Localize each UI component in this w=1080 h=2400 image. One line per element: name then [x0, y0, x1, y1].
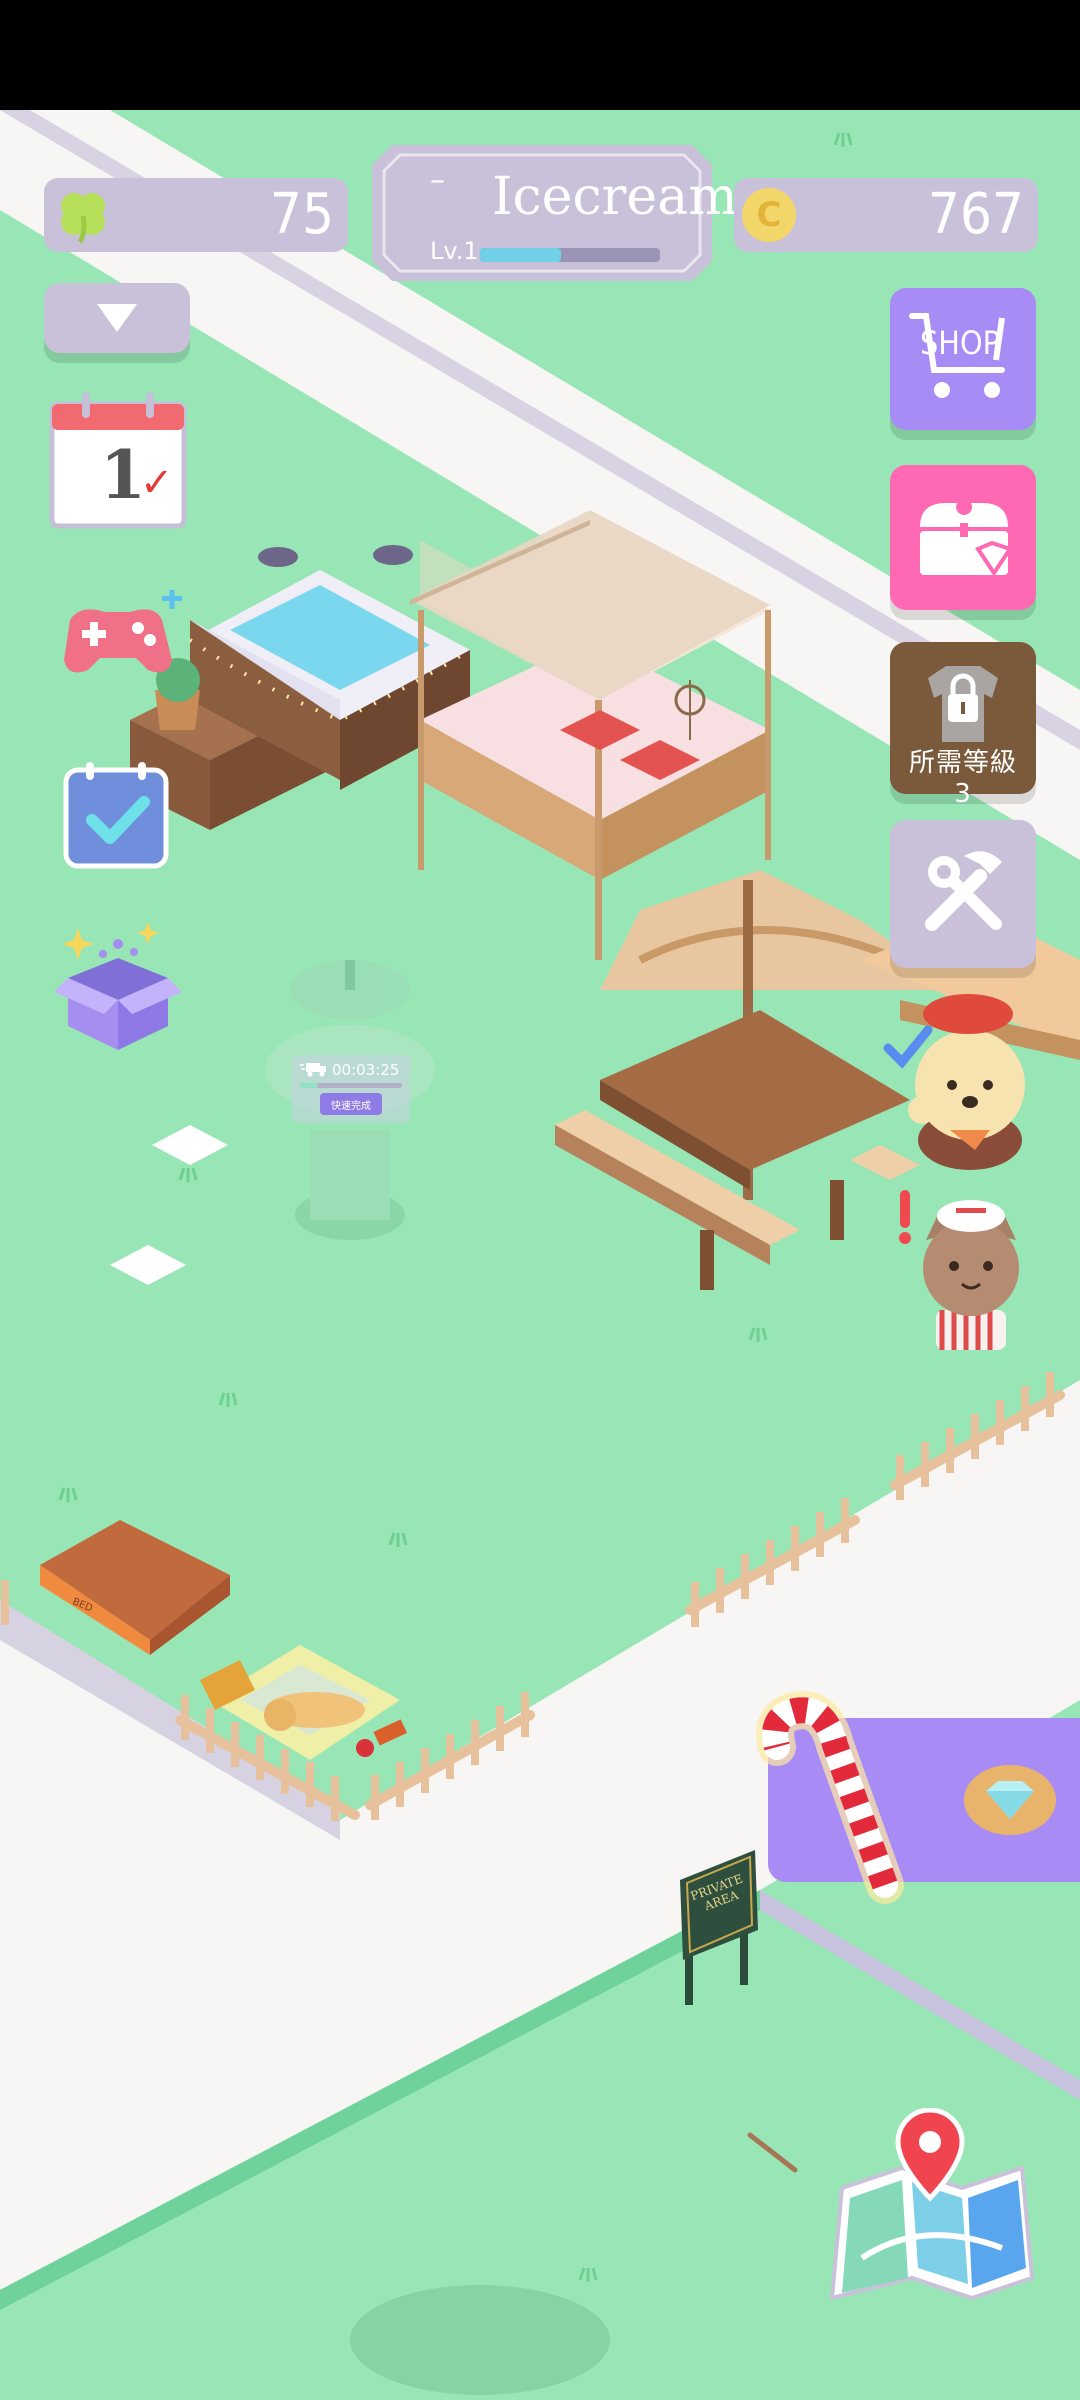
- build-progress-track: [300, 1083, 402, 1088]
- coin-count: 767: [927, 182, 1024, 247]
- treasure-chest-icon: [920, 499, 1014, 577]
- coin-symbol: C: [756, 195, 782, 235]
- player-name: Icecream: [492, 167, 738, 227]
- coin-icon: C: [742, 188, 796, 242]
- dog-visitor-avatar[interactable]: [880, 990, 1040, 1170]
- clover-counter[interactable]: 75: [44, 178, 348, 252]
- cat-visitor-avatar[interactable]: [896, 1180, 1036, 1350]
- mystery-box-button[interactable]: [48, 918, 188, 1058]
- minigame-button[interactable]: [50, 589, 186, 686]
- truck-icon: [300, 1061, 328, 1077]
- speed-up-label: 快速完成: [331, 1101, 371, 1112]
- clover-icon: [52, 184, 114, 246]
- mystery-box-icon: [54, 922, 182, 1050]
- player-nameplate[interactable]: – Icecream Lv.1: [372, 145, 738, 281]
- coin-counter[interactable]: C 767: [734, 178, 1038, 252]
- locked-level-label: 所需等級 3: [908, 748, 1017, 809]
- lock-icon: [928, 666, 998, 742]
- dropdown-arrow-icon: [97, 304, 137, 332]
- xp-bar-fill: [480, 248, 561, 262]
- build-tools-button[interactable]: [890, 820, 1036, 968]
- player-level: Lv.1: [430, 237, 479, 265]
- treasure-button[interactable]: [890, 465, 1036, 610]
- checklist-icon: [63, 762, 169, 869]
- gamepad-plus-icon: [64, 589, 182, 673]
- clover-count: 75: [269, 182, 334, 247]
- xp-bar-track: [480, 248, 660, 262]
- collapse-menu-button[interactable]: [44, 283, 190, 353]
- diamond-icon: [964, 1765, 1056, 1835]
- candy-cane-icon: [755, 1685, 925, 1905]
- speed-up-button[interactable]: 快速完成: [320, 1093, 382, 1115]
- daily-calendar-button[interactable]: 1 ✓: [48, 390, 188, 530]
- name-dash: –: [430, 163, 445, 198]
- tasks-button[interactable]: [62, 760, 172, 870]
- build-timer-panel: 00:03:25 快速完成: [292, 1055, 410, 1123]
- shop-label: SHOP: [920, 324, 1000, 362]
- locked-outfit-button[interactable]: 所需等級 3: [890, 642, 1036, 809]
- calendar-check: ✓: [140, 460, 174, 506]
- world-map-button[interactable]: [822, 2107, 1042, 2308]
- shop-button[interactable]: SHOP: [890, 288, 1036, 430]
- build-progress-fill: [300, 1083, 319, 1088]
- build-timer-text: 00:03:25: [332, 1061, 400, 1079]
- map-pin-icon: [829, 2107, 1035, 2301]
- tools-icon: [925, 851, 1002, 931]
- game-scene: PRIVATE AREA BED 00:03:25 快速完成 75 – Icec…: [0, 0, 1080, 2400]
